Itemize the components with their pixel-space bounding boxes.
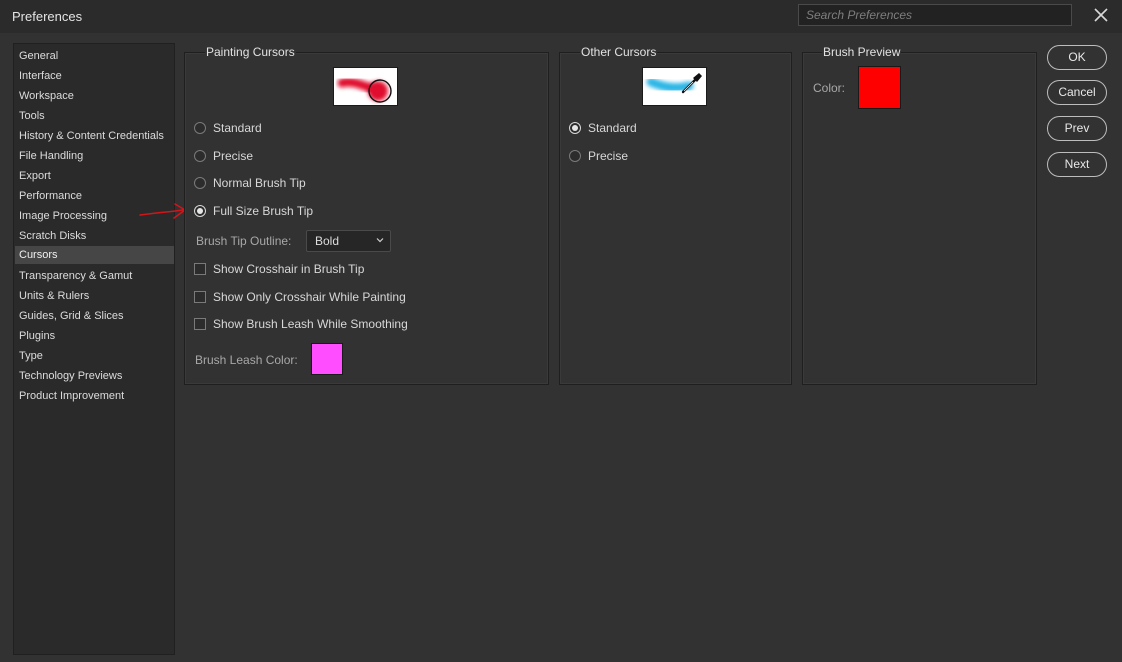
- close-icon[interactable]: [1090, 5, 1112, 27]
- painting-precise-radio[interactable]: Precise: [194, 147, 253, 165]
- other-standard-radio[interactable]: Standard: [569, 119, 637, 137]
- brush-preview-title: Brush Preview: [822, 45, 902, 59]
- window-title: Preferences: [12, 9, 83, 24]
- cancel-button[interactable]: Cancel: [1047, 80, 1107, 105]
- painting-normal-brush-tip-radio-circle[interactable]: [194, 177, 206, 189]
- prev-button[interactable]: Prev: [1047, 116, 1107, 141]
- sidebar-item-workspace[interactable]: Workspace: [15, 87, 174, 105]
- brush-leash-color-label: Brush Leash Color:: [195, 353, 298, 367]
- show-only-crosshair-label: Show Only Crosshair While Painting: [213, 290, 406, 304]
- painting-cursor-preview: [333, 67, 398, 106]
- brush-leash-color-swatch[interactable]: [311, 343, 343, 375]
- chevron-down-icon: [376, 238, 384, 243]
- sidebar-item-type[interactable]: Type: [15, 347, 174, 365]
- sidebar-item-technology-previews[interactable]: Technology Previews: [15, 367, 174, 385]
- sidebar-item-history-content-credentials[interactable]: History & Content Credentials: [15, 127, 174, 145]
- next-button[interactable]: Next: [1047, 152, 1107, 177]
- close-x-glyph: [1094, 8, 1108, 22]
- painting-precise-radio-circle[interactable]: [194, 150, 206, 162]
- brush-tip-outline-value: Bold: [315, 234, 340, 248]
- other-cursor-preview: [642, 67, 707, 106]
- show-only-crosshair-checkbox[interactable]: Show Only Crosshair While Painting: [194, 288, 406, 306]
- painting-standard-radio-circle[interactable]: [194, 122, 206, 134]
- sidebar-item-general[interactable]: General: [15, 47, 174, 65]
- painting-precise-label: Precise: [213, 149, 254, 163]
- painting-normal-brush-tip-label: Normal Brush Tip: [213, 176, 306, 190]
- sidebar-item-export[interactable]: Export: [15, 167, 174, 185]
- sidebar-item-file-handling[interactable]: File Handling: [15, 147, 174, 165]
- painting-full-size-brush-tip-radio-circle[interactable]: [194, 205, 206, 217]
- sidebar-item-product-improvement[interactable]: Product Improvement: [15, 387, 174, 405]
- brush-tip-outline-label: Brush Tip Outline:: [196, 234, 292, 248]
- other-precise-radio-circle[interactable]: [569, 150, 581, 162]
- other-precise-label: Precise: [588, 149, 629, 163]
- show-crosshair-label: Show Crosshair in Brush Tip: [213, 262, 365, 276]
- title-bar: Preferences: [0, 0, 1122, 33]
- brush-preview-group: [802, 52, 1037, 385]
- other-precise-radio[interactable]: Precise: [569, 147, 628, 165]
- other-cursors-title: Other Cursors: [580, 45, 658, 59]
- sidebar-item-cursors[interactable]: Cursors: [15, 246, 174, 264]
- show-crosshair-checkbox-box[interactable]: [194, 263, 206, 275]
- eyedropper-preview-icon: [646, 73, 702, 94]
- other-standard-label: Standard: [588, 121, 637, 135]
- sidebar-item-guides-grid-slices[interactable]: Guides, Grid & Slices: [15, 307, 174, 325]
- preferences-category-list: General Interface Workspace Tools Histor…: [13, 43, 175, 655]
- sidebar-item-units-rulers[interactable]: Units & Rulers: [15, 287, 174, 305]
- brush-preview-color-label: Color:: [813, 81, 846, 95]
- search-preferences-input[interactable]: [798, 4, 1072, 26]
- painting-cursors-title: Painting Cursors: [205, 45, 296, 59]
- show-only-crosshair-checkbox-box[interactable]: [194, 291, 206, 303]
- sidebar-item-scratch-disks[interactable]: Scratch Disks: [15, 227, 174, 245]
- show-brush-leash-checkbox-box[interactable]: [194, 318, 206, 330]
- preferences-dialog: Preferences General Interface Workspace …: [0, 0, 1122, 662]
- brush-stroke-preview-icon: [337, 77, 392, 103]
- ok-button[interactable]: OK: [1047, 45, 1107, 70]
- sidebar-item-transparency-gamut[interactable]: Transparency & Gamut: [15, 267, 174, 285]
- other-standard-radio-circle[interactable]: [569, 122, 581, 134]
- sidebar-item-tools[interactable]: Tools: [15, 107, 174, 125]
- show-brush-leash-label: Show Brush Leash While Smoothing: [213, 317, 408, 331]
- sidebar-item-plugins[interactable]: Plugins: [15, 327, 174, 345]
- show-crosshair-checkbox[interactable]: Show Crosshair in Brush Tip: [194, 260, 364, 278]
- sidebar-item-interface[interactable]: Interface: [15, 67, 174, 85]
- painting-standard-radio[interactable]: Standard: [194, 119, 262, 137]
- painting-full-size-brush-tip-label: Full Size Brush Tip: [213, 204, 314, 218]
- painting-standard-label: Standard: [213, 121, 262, 135]
- show-brush-leash-checkbox[interactable]: Show Brush Leash While Smoothing: [194, 315, 408, 333]
- painting-normal-brush-tip-radio[interactable]: Normal Brush Tip: [194, 174, 306, 192]
- painting-full-size-brush-tip-radio[interactable]: Full Size Brush Tip: [194, 202, 313, 220]
- brush-preview-color-swatch[interactable]: [858, 66, 901, 109]
- brush-tip-outline-dropdown[interactable]: Bold: [306, 230, 391, 252]
